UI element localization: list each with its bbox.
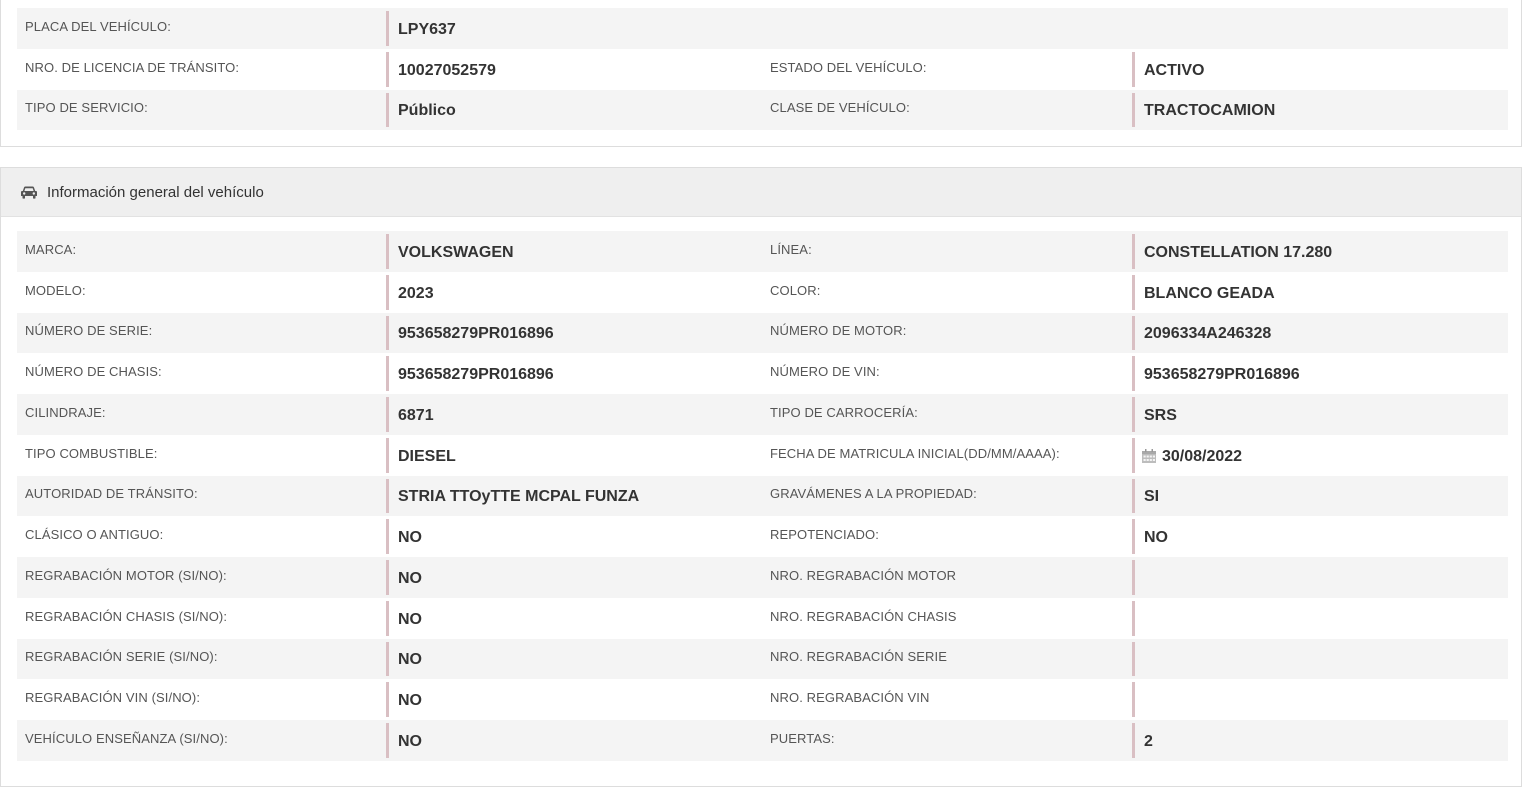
cilindraje-label: CILINDRAJE: bbox=[25, 404, 106, 420]
vehicle-class-label: CLASE DE VEHÍCULO: bbox=[770, 100, 910, 116]
calendar-icon bbox=[1142, 447, 1156, 464]
table-row: CLÁSICO O ANTIGUO: NO REPOTENCIADO: NO bbox=[17, 516, 1508, 557]
nro-regrabacion-chasis-value bbox=[1132, 598, 1508, 639]
numero-de-chasis-value: 953658279PR016896 bbox=[386, 353, 760, 394]
cilindraje-value: 6871 bbox=[386, 394, 760, 435]
panel-title: Información general del vehículo bbox=[47, 183, 264, 201]
linea-value: CONSTELLATION 17.280 bbox=[1132, 231, 1508, 272]
plate-value: LPY637 bbox=[386, 8, 760, 49]
table-row: VEHÍCULO ENSEÑANZA (SI/NO): NO PUERTAS: 2 bbox=[17, 720, 1508, 761]
fecha-de-matricula-inicial-dd-mm-aaaa-value: 30/08/2022 bbox=[1132, 435, 1508, 476]
vehicle-class-value: TRACTOCAMION bbox=[1132, 90, 1508, 131]
numero-de-motor-label: NÚMERO DE MOTOR: bbox=[770, 323, 907, 339]
table-row: NRO. DE LICENCIA DE TRÁNSITO: 1002705257… bbox=[17, 49, 1508, 90]
color-value: BLANCO GEADA bbox=[1132, 272, 1508, 313]
table-row: PLACA DEL VEHÍCULO: LPY637 bbox=[17, 8, 1508, 49]
marca-value: VOLKSWAGEN bbox=[386, 231, 760, 272]
color-label: COLOR: bbox=[770, 282, 821, 298]
table-row: REGRABACIÓN VIN (SI/NO): NO NRO. REGRABACI… bbox=[17, 679, 1508, 720]
clasico-o-antiguo-value: NO bbox=[386, 516, 760, 557]
license-label: NRO. DE LICENCIA DE TRÁNSITO: bbox=[25, 59, 240, 75]
modelo-value: 2023 bbox=[386, 272, 760, 313]
autoridad-de-transito-value: STRIA TTOyTTE MCPAL FUNZA bbox=[386, 476, 760, 517]
nro-regrabacion-serie-label: NRO. REGRABACIÓN SERIE bbox=[770, 649, 948, 665]
nro-regrabacion-serie-value bbox=[1132, 639, 1508, 680]
autoridad-de-transito-label: AUTORIDAD DE TRÁNSITO: bbox=[25, 486, 198, 502]
table-row: REGRABACIÓN MOTOR (SI/NO): NO NRO. REGRABA… bbox=[17, 557, 1508, 598]
table-row: NÚMERO DE CHASIS: 953658279PR016896 NÚMERO… bbox=[17, 353, 1508, 394]
regrabacion-motor-si-no-value: NO bbox=[386, 557, 760, 598]
tipo-combustible-value: DIESEL bbox=[386, 435, 760, 476]
plate-label: PLACA DEL VEHÍCULO: bbox=[25, 18, 171, 34]
vehicle-status-value: ACTIVO bbox=[1132, 49, 1508, 90]
table-row: MODELO: 2023 COLOR: BLANCO GEADA bbox=[17, 272, 1508, 313]
nro-regrabacion-motor-label: NRO. REGRABACIÓN MOTOR bbox=[770, 567, 957, 583]
vehicle-status-label: ESTADO DEL VEHÍCULO: bbox=[770, 59, 927, 75]
puertas-value: 2 bbox=[1132, 720, 1508, 761]
vehiculo-ensenanza-si-no-value: NO bbox=[386, 720, 760, 761]
puertas-label: PUERTAS: bbox=[770, 730, 835, 746]
fecha-de-matricula-inicial-dd-mm-aaaa-label: FECHA DE MATRICULA INICIAL(DD/MM/AAAA): bbox=[770, 445, 1060, 461]
service-type-value: Público bbox=[386, 90, 760, 131]
modelo-label: MODELO: bbox=[25, 282, 86, 298]
regrabacion-motor-si-no-label: REGRABACIÓN MOTOR (SI/NO): bbox=[25, 567, 227, 583]
general-info-table: MARCA: VOLKSWAGEN LÍNEA: CONSTELLATION 17.2… bbox=[17, 231, 1508, 761]
vehiculo-ensenanza-si-no-label: VEHÍCULO ENSEÑANZA (SI/NO): bbox=[25, 730, 228, 746]
regrabacion-vin-si-no-value: NO bbox=[386, 679, 760, 720]
general-info-panel: Información general del vehículo MARCA: V… bbox=[0, 167, 1522, 787]
service-type-label: TIPO DE SERVICIO: bbox=[25, 100, 148, 116]
table-row: REGRABACIÓN CHASIS (SI/NO): NO NRO. REGRAB… bbox=[17, 598, 1508, 639]
regrabacion-chasis-si-no-label: REGRABACIÓN CHASIS (SI/NO): bbox=[25, 608, 228, 624]
vehicle-summary-panel: PLACA DEL VEHÍCULO: LPY637 NRO. DE LICEN… bbox=[0, 0, 1522, 147]
gravamenes-a-la-propiedad-label: GRAVÁMENES A LA PROPIEDAD: bbox=[770, 486, 977, 502]
table-row: AUTORIDAD DE TRÁNSITO: STRIA TTOyTTE MCPA… bbox=[17, 475, 1508, 517]
numero-de-serie-value: 953658279PR016896 bbox=[386, 313, 760, 354]
panel-heading[interactable]: Información general del vehículo bbox=[1, 168, 1521, 217]
nro-regrabacion-motor-value bbox=[1132, 557, 1508, 598]
tipo-de-carroceria-value: SRS bbox=[1132, 394, 1508, 435]
repotenciado-label: REPOTENCIADO: bbox=[770, 527, 879, 543]
table-row: TIPO COMBUSTIBLE: DIESEL FECHA DE MATRICUL… bbox=[17, 435, 1508, 476]
nro-regrabacion-vin-label: NRO. REGRABACIÓN VIN bbox=[770, 690, 930, 706]
nro-regrabacion-chasis-label: NRO. REGRABACIÓN CHASIS bbox=[770, 608, 957, 624]
license-value: 10027052579 bbox=[386, 49, 760, 90]
numero-de-vin-value: 953658279PR016896 bbox=[1132, 353, 1508, 394]
linea-label: LÍNEA: bbox=[770, 241, 812, 257]
table-row: TIPO DE SERVICIO: Público CLASE DE VEHÍC… bbox=[17, 89, 1508, 131]
repotenciado-value: NO bbox=[1132, 516, 1508, 557]
regrabacion-serie-si-no-value: NO bbox=[386, 639, 760, 680]
gravamenes-a-la-propiedad-value: SI bbox=[1132, 476, 1508, 517]
numero-de-chasis-label: NÚMERO DE CHASIS: bbox=[25, 364, 162, 380]
table-row: MARCA: VOLKSWAGEN LÍNEA: CONSTELLATION 17.2… bbox=[17, 231, 1508, 272]
numero-de-motor-value: 2096334A246328 bbox=[1132, 313, 1508, 354]
numero-de-vin-label: NÚMERO DE VIN: bbox=[770, 364, 880, 380]
marca-label: MARCA: bbox=[25, 241, 77, 257]
regrabacion-vin-si-no-label: REGRABACIÓN VIN (SI/NO): bbox=[25, 690, 201, 706]
clasico-o-antiguo-label: CLÁSICO O ANTIGUO: bbox=[25, 527, 164, 543]
numero-de-serie-label: NÚMERO DE SERIE: bbox=[25, 323, 153, 339]
table-row: REGRABACIÓN SERIE (SI/NO): NO NRO. REGRABA… bbox=[17, 638, 1508, 680]
car-icon bbox=[21, 186, 37, 199]
regrabacion-chasis-si-no-value: NO bbox=[386, 598, 760, 639]
tipo-combustible-label: TIPO COMBUSTIBLE: bbox=[25, 445, 158, 461]
table-row: NÚMERO DE SERIE: 953658279PR016896 NÚMERO … bbox=[17, 312, 1508, 354]
tipo-de-carroceria-label: TIPO DE CARROCERÍA: bbox=[770, 404, 918, 420]
nro-regrabacion-vin-value bbox=[1132, 679, 1508, 720]
regrabacion-serie-si-no-label: REGRABACIÓN SERIE (SI/NO): bbox=[25, 649, 218, 665]
table-row: CILINDRAJE: 6871 TIPO DE CARROCERÍA: SRS bbox=[17, 394, 1508, 435]
